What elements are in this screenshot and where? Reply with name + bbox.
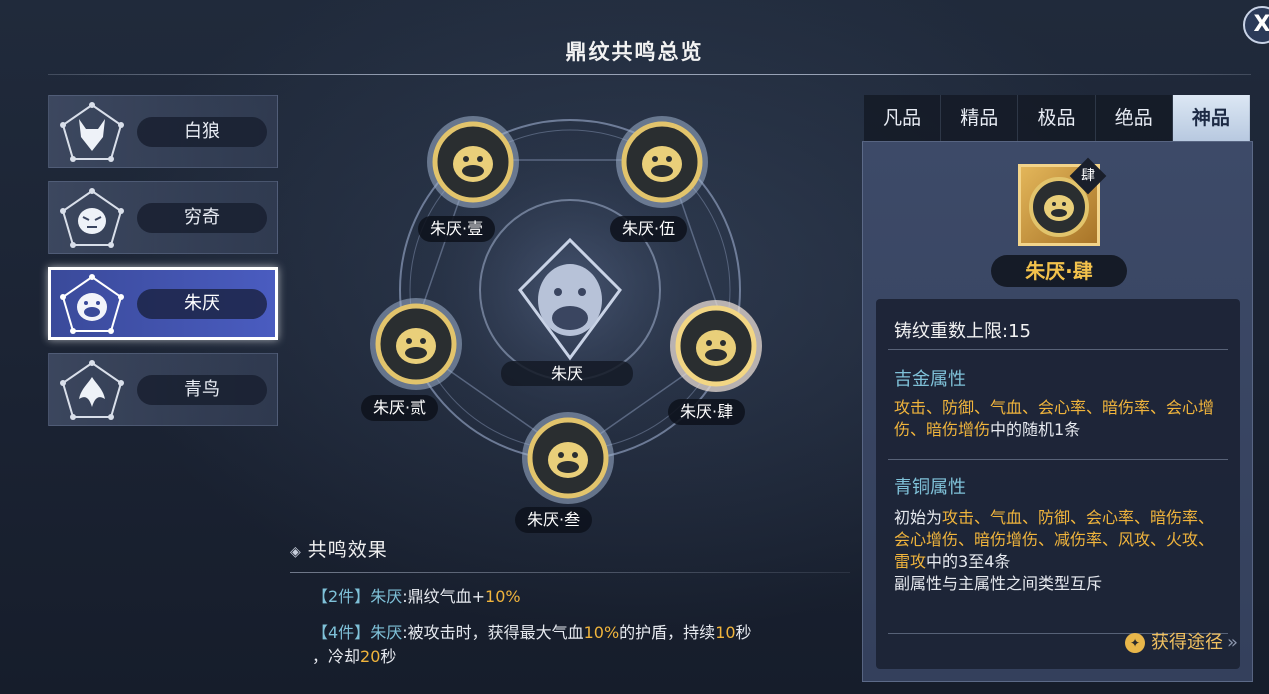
series-item-zhuyan[interactable]: 朱厌 [48,267,278,340]
series-item-qiongqi[interactable]: 穷奇 [48,181,278,254]
resonance-effect: ◈ 共鸣效果 【2件】朱厌:鼎纹气血+10% 【4件】朱厌:被攻击时，获得最大气血… [290,535,850,669]
quality-tabs: 凡品 精品 极品 绝品 神品 [864,95,1251,141]
resonance-wheel: 朱厌·壹 朱厌·伍 朱厌·贰 朱厌·肆 朱厌·叁 朱厌 [350,100,790,540]
series-item-qingniao[interactable]: 青鸟 [48,353,278,426]
series-name-qingniao: 青鸟 [137,375,267,405]
obtain-source-button[interactable]: ✦ 获得途径» [1124,628,1238,654]
effect-divider [290,572,850,573]
divider [888,459,1228,460]
gold-attr-title: 吉金属性 [894,369,966,390]
series-name-qiongqi: 穷奇 [137,203,267,233]
slot-1[interactable] [425,114,521,210]
engrave-cap: 铸纹重数上限:15 [894,321,1031,342]
slot-2[interactable] [368,296,464,392]
tab-superior[interactable]: 极品 [1018,95,1096,141]
tab-fine[interactable]: 精品 [941,95,1019,141]
bronze-attr-title: 青铜属性 [894,477,966,498]
ape-emblem-icon [670,300,762,392]
attribute-box: 铸纹重数上限:15 吉金属性 攻击、防御、气血、会心率、暗伤率、会心增伤、暗伤增… [876,299,1240,669]
slot-4[interactable] [668,298,764,394]
page-title: 鼎纹共鸣总览 [565,40,704,64]
ape-emblem-icon [616,116,708,208]
slot-label-5: 朱厌·伍 [610,216,688,242]
effect-row-4pc: 【4件】朱厌:被攻击时，获得最大气血10%的护盾，持续10秒 ，冷却20秒 [312,623,752,666]
slot-label-1: 朱厌·壹 [418,216,496,242]
divider [888,349,1228,350]
tiger-icon [60,188,124,248]
slot-label-2: 朱厌·贰 [361,395,439,421]
series-name-zhuyan: 朱厌 [137,289,267,319]
series-name-white-wolf: 白狼 [137,117,267,147]
bird-icon [60,360,124,420]
slot-3[interactable] [520,410,616,506]
series-item-white-wolf[interactable]: 白狼 [48,95,278,168]
item-icon[interactable]: 肆 [1018,157,1107,246]
bronze-attr-text: 初始为攻击、气血、防御、会心率、暗伤率、会心增伤、暗伤增伤、减伤率、风攻、火攻、… [894,508,1215,593]
ape-icon [60,274,124,334]
double-chevron-right-icon: » [1226,632,1238,653]
slot-5[interactable] [614,114,710,210]
tab-divine[interactable]: 神品 [1172,95,1251,141]
effect-row-2pc: 【2件】朱厌:鼎纹气血+10% [312,587,521,606]
slot-label-3: 朱厌·叁 [515,507,593,533]
ape-emblem-icon [370,298,462,390]
gold-attr-text: 攻击、防御、气血、会心率、暗伤率、会心增伤、暗伤增伤中的随机1条 [894,398,1215,439]
ape-emblem-icon [427,116,519,208]
diamond-icon: ◈ [290,544,302,560]
slot-label-4: 朱厌·肆 [668,399,746,425]
center-series-label: 朱厌 [501,361,633,386]
series-list: 白狼 穷奇 朱厌 青鸟 [48,95,278,439]
tab-rare[interactable]: 绝品 [1096,95,1173,141]
title-divider [48,74,1251,75]
ape-emblem-icon [522,412,614,504]
effect-header: 共鸣效果 [307,539,388,561]
item-name: 朱厌·肆 [991,255,1127,287]
compass-icon: ✦ [1124,633,1145,653]
tab-common[interactable]: 凡品 [864,95,942,141]
detail-panel: 肆 朱厌·肆 铸纹重数上限:15 吉金属性 攻击、防御、气血、会心率、暗伤率、会… [862,141,1253,682]
wolf-icon [60,102,124,162]
